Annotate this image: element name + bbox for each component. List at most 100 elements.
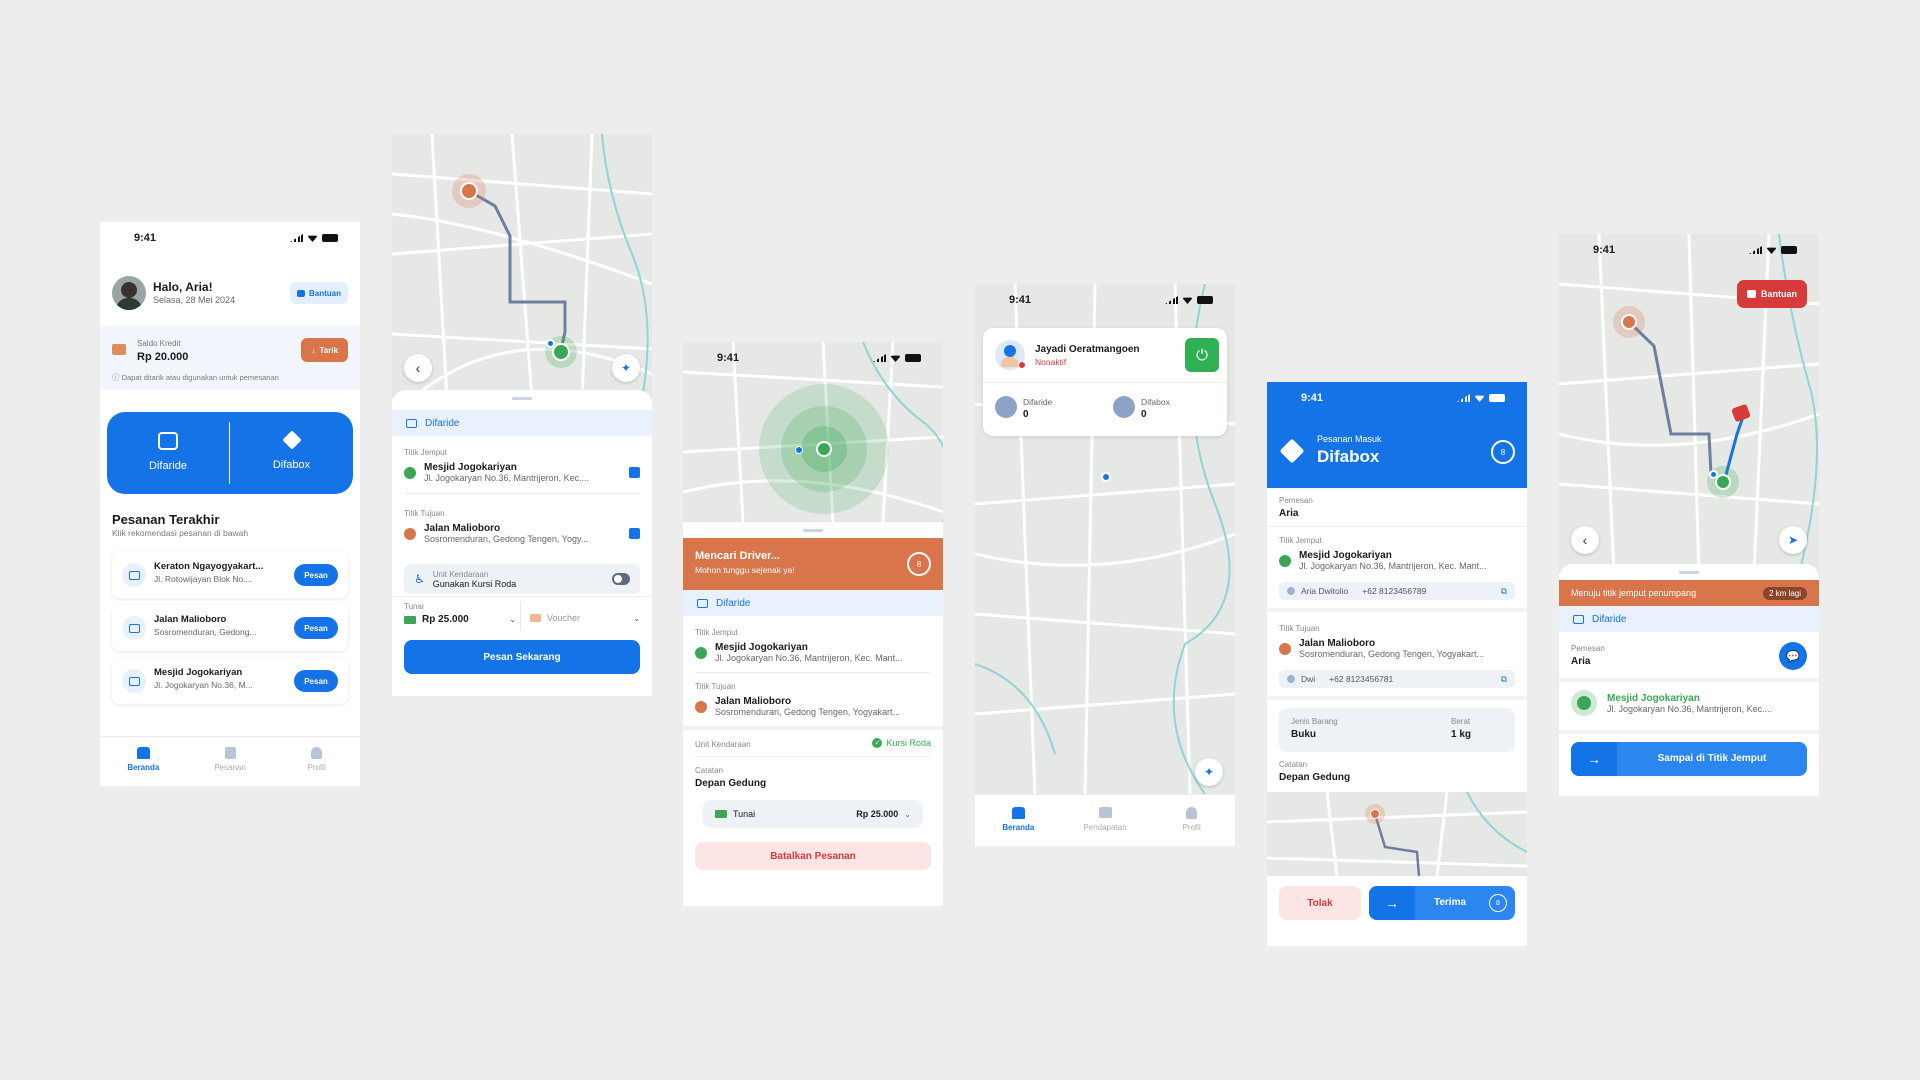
edit-icon[interactable] (629, 528, 640, 539)
pickup-address: Jl. Jogokaryan No.36, Mantrijeron, Kec. … (1299, 561, 1487, 571)
payment-selector[interactable]: Tunai Rp 25.000 ⌄ (404, 602, 516, 625)
recent-order-card[interactable]: Jalan Malioboro Sosromenduran, Gedong... P… (112, 605, 348, 651)
pickup-address: Jl. Jogokaryan No.36, Mantrijeron, Kec..… (1607, 703, 1773, 714)
screen-incoming-order: 9:41 Pesanan Masuk Difabox 8 Pemesan Ari… (1267, 382, 1527, 946)
service-difabox[interactable]: Difabox (230, 412, 353, 494)
arrow-right-icon: → (1385, 895, 1399, 911)
navigation-map[interactable]: Bantuan ‹ ➤ (1559, 234, 1819, 574)
status-time: 9:41 (717, 352, 740, 364)
screen-searching-driver: Mencari Driver... Mohon tunggu sejenak y… (683, 342, 943, 906)
credit-note-text: Dapat ditarik atau digunakan untuk pemes… (121, 373, 279, 382)
car-icon (122, 616, 146, 640)
copy-icon[interactable]: ⧉ (1501, 674, 1507, 685)
route-map[interactable]: ‹ ✦ (392, 134, 652, 399)
nav-beranda-label: Beranda (1002, 823, 1035, 832)
avatar[interactable] (112, 276, 146, 310)
recent-title: Pesanan Terakhir (112, 512, 220, 527)
pickup-field[interactable]: Mesjid Jogokariyan Jl. Jogokaryan No.36, … (404, 462, 640, 483)
nav-profil-label: Profil (1182, 823, 1201, 832)
chevron-down-icon: ⌄ (633, 613, 640, 623)
vehicle-unit-field[interactable]: ♿ Unit Kendaraan Gunakan Kursi Roda (404, 564, 640, 594)
note-label: Catatan (695, 766, 724, 775)
car-icon (122, 669, 146, 693)
divider (683, 726, 943, 730)
nav-beranda[interactable]: Beranda (975, 795, 1062, 846)
help-button[interactable]: Bantuan (290, 282, 348, 304)
swipe-handle[interactable]: → (1369, 886, 1415, 920)
nav-pendapatan[interactable]: Pendapatan (1062, 795, 1149, 846)
accept-label: Terima (1433, 897, 1467, 908)
nav-pendapatan-label: Pendapatan (1083, 823, 1127, 832)
destination-info: Jalan Malioboro Sosromenduran, Gedong Ten… (695, 696, 931, 717)
navigate-button[interactable]: ➤ (1779, 526, 1807, 554)
pickup-title: Mesjid Jogokariyan (1299, 550, 1392, 561)
nav-pesanan[interactable]: Pesanan (187, 737, 274, 786)
payment-label: Tunai (733, 809, 756, 819)
service-difabox-label: Difabox (272, 459, 311, 471)
difabox-icon (1113, 396, 1135, 418)
route-preview-map[interactable] (1267, 792, 1527, 876)
status-bar: 9:41 (100, 222, 360, 254)
countdown-value: 8 (916, 559, 922, 569)
order-again-button[interactable]: Pesan (294, 564, 338, 586)
status-bar: 9:41 (1267, 382, 1527, 414)
orderer-label: Pemesan (1279, 496, 1313, 505)
nav-profil[interactable]: Profil (1148, 795, 1235, 846)
edit-icon[interactable] (629, 467, 640, 478)
current-location-dot (546, 339, 555, 348)
recent-order-title: Jalan Malioboro (154, 614, 227, 625)
order-again-button[interactable]: Pesan (294, 617, 338, 639)
chat-button[interactable]: 💬 (1779, 642, 1807, 670)
order-now-button[interactable]: Pesan Sekarang (404, 640, 640, 674)
action-bar: Tolak → Terima 8 (1267, 876, 1527, 946)
cash-icon (715, 810, 727, 818)
voucher-selector[interactable]: Voucher ⌄ (530, 613, 640, 623)
order-again-button[interactable]: Pesan (294, 670, 338, 692)
nav-profil[interactable]: Profil (273, 737, 360, 786)
destination-field[interactable]: Jalan Malioboro Sosromenduran, Gedong Ten… (404, 523, 640, 544)
wifi-icon (890, 355, 901, 362)
status-bar: 9:41 (1559, 234, 1819, 266)
greeting: Halo, Aria! (153, 280, 213, 294)
current-location-dot (1101, 472, 1111, 482)
wifi-icon (1766, 247, 1777, 254)
withdraw-button[interactable]: ↓ Tarik (301, 338, 348, 362)
wheelchair-icon: ♿ (414, 572, 425, 586)
recenter-button[interactable]: ✦ (1195, 758, 1223, 786)
back-button[interactable]: ‹ (404, 354, 432, 382)
power-toggle-button[interactable]: ⏻ (1185, 338, 1219, 372)
sheet-handle[interactable] (803, 529, 823, 532)
back-button[interactable]: ‹ (1571, 526, 1599, 554)
service-difaride[interactable]: Difaride (107, 412, 229, 494)
sheet-handle[interactable] (1679, 571, 1699, 574)
cancel-order-button[interactable]: Batalkan Pesanan (695, 842, 931, 870)
status-time: 9:41 (1301, 392, 1324, 404)
arrived-pickup-button[interactable]: → Sampai di Titik Jemput (1571, 742, 1807, 776)
driver-name: Jayadi Oeratmangoen (1035, 344, 1140, 355)
recent-order-card[interactable]: Keraton Ngayogyakart... Jl. Rotowijayan B… (112, 552, 348, 598)
swipe-handle[interactable]: → (1571, 742, 1617, 776)
copy-icon[interactable]: ⧉ (1501, 586, 1507, 597)
recenter-button[interactable]: ✦ (612, 354, 640, 382)
divider (1267, 608, 1527, 612)
sheet-handle[interactable] (512, 397, 532, 400)
recent-order-card[interactable]: Mesjid Jogokariyan Jl. Jogokaryan No.36, … (112, 658, 348, 704)
pickup-marker-icon (695, 646, 707, 659)
divider (1267, 696, 1527, 700)
help-button[interactable]: Bantuan (1737, 280, 1807, 308)
person-icon (1186, 807, 1198, 819)
recent-subtitle: Klik rekomendasi pesanan di bawah (112, 528, 249, 538)
reject-button[interactable]: Tolak (1279, 886, 1361, 920)
weight-value: 1 kg (1451, 729, 1472, 740)
wheelchair-toggle[interactable] (612, 573, 630, 585)
search-radius (759, 384, 889, 514)
chevron-down-icon: ⌄ (904, 809, 911, 819)
bottom-nav: Beranda Pendapatan Profil (975, 794, 1235, 846)
accept-button[interactable]: → Terima 8 (1369, 886, 1515, 920)
divider (695, 672, 931, 673)
payment-selector[interactable]: Tunai Rp 25.000 ⌄ (703, 800, 923, 828)
service-tag: Difaride (683, 590, 943, 616)
destination-title: Jalan Malioboro (424, 523, 501, 534)
nav-beranda[interactable]: Beranda (100, 737, 187, 786)
countdown-value: 8 (1500, 447, 1506, 457)
